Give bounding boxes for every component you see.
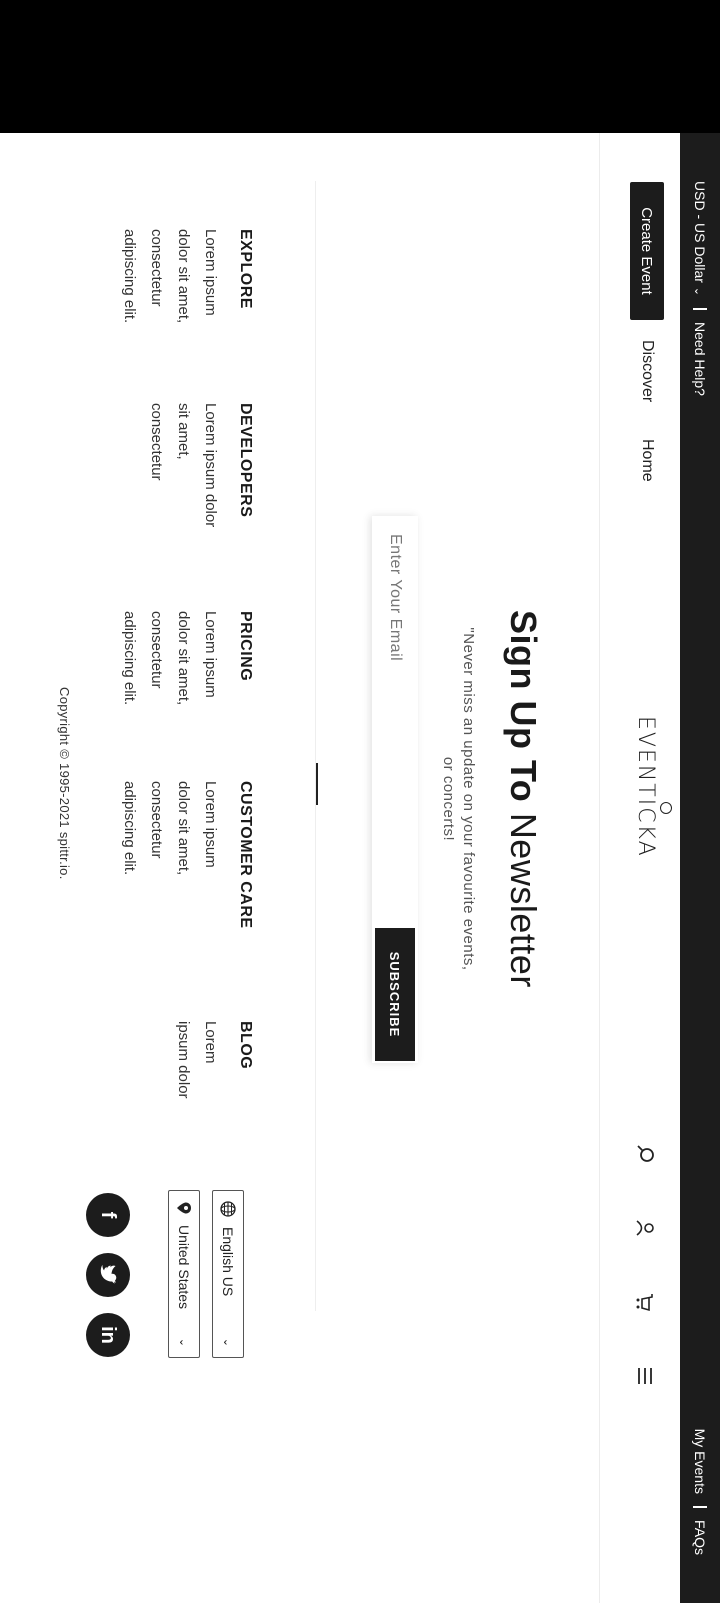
language-value: English US (220, 1227, 236, 1297)
globe-icon (220, 1201, 236, 1217)
social-links: f in (86, 1193, 130, 1357)
newsletter-title: Sign Up To Newsletter (503, 610, 544, 988)
column-line: Lorem (202, 1021, 219, 1064)
column-title: DEVELOPERS (237, 403, 254, 518)
location-pin-icon (176, 1201, 192, 1215)
divider (693, 1505, 707, 1508)
footer-column-customer-care: CUSTOMER CARE Lorem ipsum dolor sit amet… (116, 781, 256, 929)
column-line: consectetur (148, 611, 165, 689)
cart-icon[interactable] (634, 1291, 656, 1313)
chevron-down-icon: ⌄ (177, 1337, 190, 1347)
footer-divider (315, 181, 316, 1311)
column-title: BLOG (237, 1021, 254, 1070)
create-event-button[interactable]: Create Event (630, 182, 664, 320)
top-bar: USD - US Dollar ⌄ Need Help? My Events F… (680, 133, 720, 1603)
column-title: CUSTOMER CARE (237, 781, 254, 929)
column-title: PRICING (237, 611, 254, 682)
column-line: adipiscing elit. (121, 229, 138, 324)
column-line: ipsum dolor (175, 1021, 192, 1099)
column-line: Lorem ipsum (202, 611, 219, 698)
column-line: dolor sit amet, (175, 611, 192, 706)
column-line: Lorem ipsum dolor (202, 403, 219, 528)
linkedin-icon[interactable]: in (86, 1313, 130, 1357)
subscribe-button[interactable]: SUBSCRIBE (375, 928, 415, 1061)
copyright: Copyright © 1995-2021 spittr.io. (57, 687, 72, 880)
column-line: Lorem ipsum (202, 229, 219, 316)
divider (693, 308, 707, 311)
column-line: dolor sit amet, (175, 781, 192, 876)
nav-home[interactable]: Home (638, 439, 656, 482)
user-icon[interactable] (634, 1217, 656, 1239)
nav-discover[interactable]: Discover (638, 340, 656, 402)
footer-column-explore: EXPLORE Lorem ipsum dolor sit amet, cons… (116, 229, 256, 323)
column-line: adipiscing elit. (121, 781, 138, 876)
country-value: United States (176, 1225, 192, 1310)
footer-column-pricing: PRICING Lorem ipsum dolor sit amet, cons… (116, 611, 256, 705)
logo[interactable]: EVENTICKA (633, 716, 658, 858)
page-rotated: USD - US Dollar ⌄ Need Help? My Events F… (0, 133, 720, 1603)
divider-accent (316, 763, 318, 805)
currency-selector[interactable]: USD - US Dollar ⌄ (692, 181, 708, 296)
menu-icon[interactable] (634, 1365, 656, 1387)
language-select[interactable]: English US ⌄ (212, 1190, 244, 1358)
country-select[interactable]: United States ⌄ (168, 1190, 200, 1358)
column-line: sit amet, (175, 403, 192, 460)
need-help-link[interactable]: Need Help? (692, 322, 708, 396)
newsletter-subtitle: "Never miss an update on your favourite … (440, 627, 477, 971)
facebook-icon[interactable]: f (86, 1193, 130, 1237)
column-line: consectetur (148, 229, 165, 307)
newsletter-form: SUBSCRIBE (372, 516, 418, 1063)
column-line: adipiscing elit. (121, 611, 138, 706)
column-line: dolor sit amet, (175, 229, 192, 324)
faqs-link[interactable]: FAQs (692, 1520, 708, 1555)
email-input[interactable] (372, 516, 418, 928)
column-title: EXPLORE (237, 229, 254, 309)
chevron-down-icon: ⌄ (221, 1337, 234, 1347)
column-line: Lorem ipsum (202, 781, 219, 868)
footer-column-blog: BLOG Lorem ipsum dolor (170, 1021, 256, 1099)
column-line: consectetur (148, 781, 165, 859)
search-icon[interactable] (634, 1143, 656, 1165)
column-line: consectetur (148, 403, 165, 481)
footer-column-developers: DEVELOPERS Lorem ipsum dolor sit amet, c… (143, 403, 256, 527)
main-nav: Create Event Discover Home EVENTICKA (599, 133, 680, 1603)
my-events-link[interactable]: My Events (692, 1429, 708, 1494)
twitter-icon[interactable] (86, 1253, 130, 1297)
